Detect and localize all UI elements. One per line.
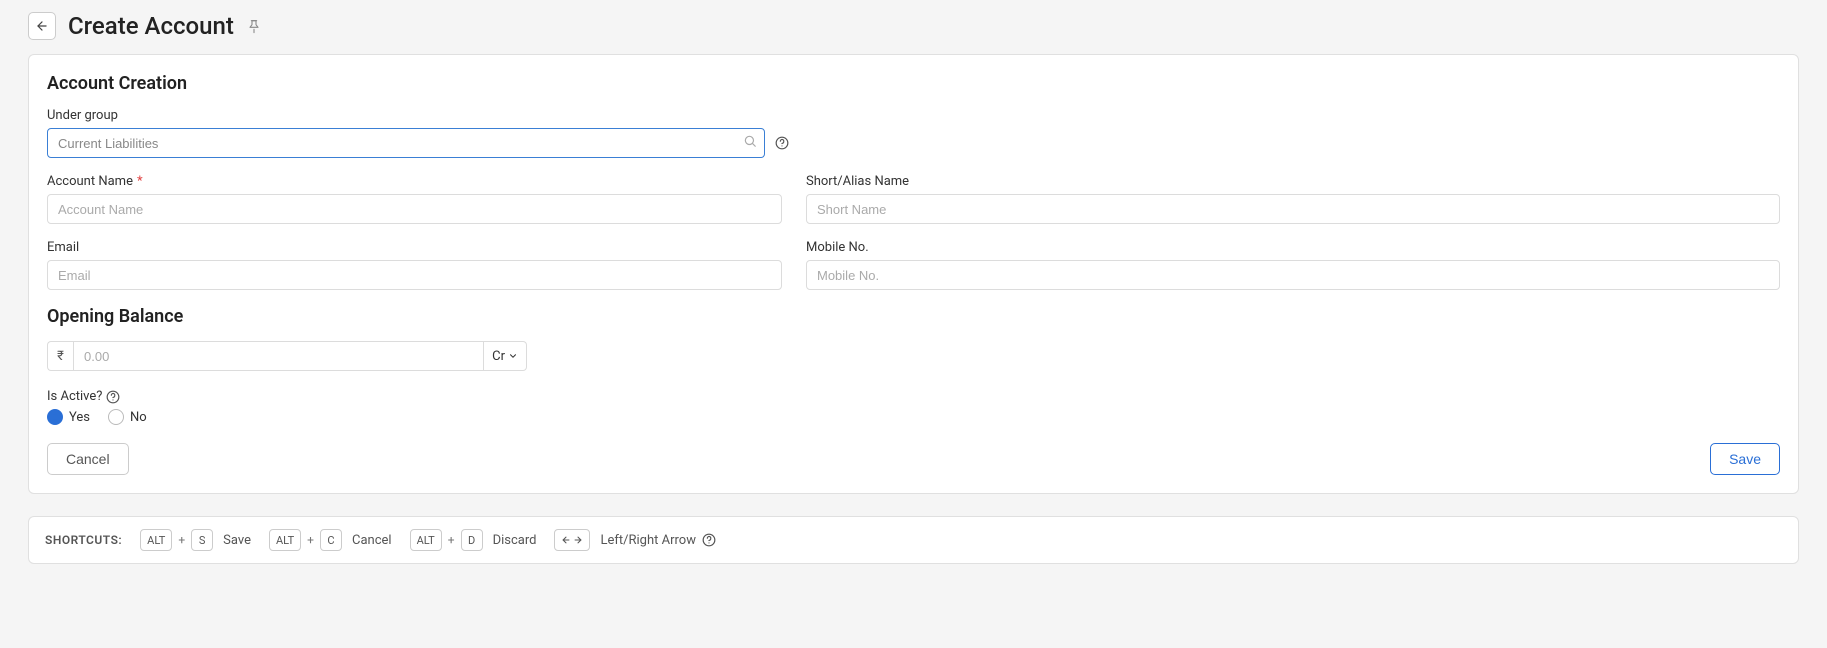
help-icon[interactable] [106, 390, 120, 404]
back-button[interactable] [28, 12, 56, 40]
help-icon[interactable] [702, 533, 716, 547]
email-label: Email [47, 240, 782, 255]
short-name-label: Short/Alias Name [806, 174, 1780, 189]
is-active-no-radio[interactable]: No [108, 409, 147, 425]
shortcuts-bar: SHORTCUTS: ALT + S Save ALT + C Cancel A… [28, 516, 1799, 564]
page-header: Create Account [28, 12, 1799, 40]
form-card: Account Creation Under group Account Nam… [28, 54, 1799, 494]
shortcut-action-save: Save [223, 533, 251, 548]
mobile-label: Mobile No. [806, 240, 1780, 255]
shortcut-action-cancel: Cancel [352, 533, 392, 548]
plus-icon: + [307, 533, 314, 547]
currency-symbol: ₹ [47, 341, 73, 371]
search-icon [743, 134, 757, 152]
key-arrows [554, 529, 590, 551]
key-alt: ALT [140, 529, 172, 551]
shortcuts-label: SHORTCUTS: [45, 533, 122, 547]
arrow-left-icon [561, 535, 571, 545]
key-d: D [461, 529, 483, 551]
crdr-select[interactable]: Cr [484, 341, 527, 371]
shortcut-cancel: ALT + C Cancel [269, 529, 392, 551]
section-title-account-creation: Account Creation [47, 73, 1780, 94]
chevron-down-icon [508, 351, 518, 361]
is-active-yes-radio[interactable]: Yes [47, 409, 90, 425]
shortcut-action-discard: Discard [493, 533, 537, 548]
key-alt: ALT [410, 529, 442, 551]
arrow-left-icon [35, 19, 49, 33]
plus-icon: + [448, 533, 455, 547]
arrow-right-icon [573, 535, 583, 545]
mobile-input[interactable] [806, 260, 1780, 290]
email-input[interactable] [47, 260, 782, 290]
key-c: C [320, 529, 342, 551]
save-button[interactable]: Save [1710, 443, 1780, 475]
shortcut-discard: ALT + D Discard [410, 529, 537, 551]
pin-icon[interactable] [246, 18, 262, 34]
opening-balance-input[interactable] [73, 341, 484, 371]
section-title-opening-balance: Opening Balance [47, 306, 1780, 327]
under-group-field [47, 128, 765, 158]
radio-icon-checked [47, 409, 63, 425]
key-s: S [191, 529, 213, 551]
is-active-label: Is Active? [47, 389, 1780, 404]
under-group-label: Under group [47, 108, 1780, 123]
required-star: * [137, 174, 143, 189]
shortcut-action-arrows: Left/Right Arrow [600, 533, 696, 548]
short-name-input[interactable] [806, 194, 1780, 224]
crdr-value: Cr [492, 349, 505, 364]
cancel-button[interactable]: Cancel [47, 443, 129, 475]
account-name-label: Account Name* [47, 174, 782, 189]
radio-icon [108, 409, 124, 425]
shortcut-save: ALT + S Save [140, 529, 251, 551]
page-title: Create Account [68, 12, 234, 40]
shortcut-arrows: Left/Right Arrow [554, 529, 716, 551]
account-name-input[interactable] [47, 194, 782, 224]
help-icon[interactable] [775, 136, 789, 150]
under-group-input[interactable] [47, 128, 765, 158]
key-alt: ALT [269, 529, 301, 551]
plus-icon: + [178, 533, 185, 547]
radio-label-no: No [130, 410, 147, 425]
radio-label-yes: Yes [69, 410, 90, 425]
